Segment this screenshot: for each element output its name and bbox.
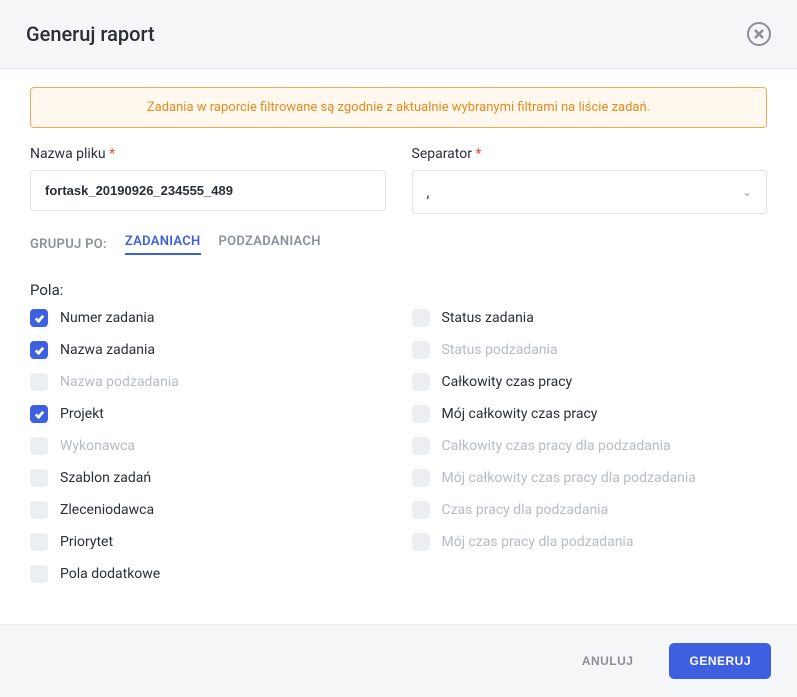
- field-row: Status podzadania: [412, 341, 768, 359]
- separator-select[interactable]: , ⌄: [412, 170, 768, 214]
- field-checkbox: [30, 437, 48, 455]
- field-checkbox: [412, 533, 430, 551]
- fields-column-right: Status zadania Status podzadania Całkowity…: [412, 309, 768, 583]
- field-checkbox[interactable]: [30, 405, 48, 423]
- check-icon: [34, 345, 45, 356]
- field-checkbox: [412, 469, 430, 487]
- filename-group: Nazwa pliku *: [30, 146, 386, 214]
- field-checkbox: [412, 437, 430, 455]
- chevron-down-icon: ⌄: [742, 185, 752, 199]
- field-row: Mój całkowity czas pracy dla podzadania: [412, 469, 768, 487]
- field-row: Całkowity czas pracy: [412, 373, 768, 391]
- generate-button[interactable]: Generuj: [669, 643, 771, 679]
- field-checkbox[interactable]: [412, 373, 430, 391]
- field-checkbox[interactable]: [412, 309, 430, 327]
- field-row: Mój czas pracy dla podzadania: [412, 533, 768, 551]
- close-icon: [754, 29, 764, 39]
- modal-footer: Anuluj Generuj: [0, 624, 797, 697]
- filter-alert: Zadania w raporcie filtrowane są zgodnie…: [30, 87, 767, 128]
- required-mark: *: [475, 146, 481, 162]
- field-label[interactable]: Zleceniodawca: [60, 502, 154, 518]
- modal-title: Generuj raport: [26, 22, 155, 46]
- field-row: Numer zadania: [30, 309, 386, 327]
- field-row: Nazwa podzadania: [30, 373, 386, 391]
- field-label[interactable]: Projekt: [60, 406, 104, 422]
- field-checkbox[interactable]: [412, 405, 430, 423]
- field-label: Całkowity czas pracy dla podzadania: [442, 438, 671, 454]
- field-label: Czas pracy dla podzadania: [442, 502, 609, 518]
- field-row: Status zadania: [412, 309, 768, 327]
- field-label[interactable]: Mój całkowity czas pracy: [442, 406, 598, 422]
- field-label: Mój czas pracy dla podzadania: [442, 534, 634, 550]
- filename-input[interactable]: [30, 170, 386, 211]
- separator-value: ,: [427, 183, 430, 201]
- form-row: Nazwa pliku * Separator * , ⌄: [30, 146, 767, 214]
- modal-header: Generuj raport: [0, 0, 797, 69]
- field-label[interactable]: Szablon zadań: [60, 470, 151, 486]
- field-label[interactable]: Całkowity czas pracy: [442, 374, 573, 390]
- field-label[interactable]: Priorytet: [60, 534, 113, 550]
- field-row: Zleceniodawca: [30, 501, 386, 519]
- field-row: Nazwa zadania: [30, 341, 386, 359]
- field-row: Całkowity czas pracy dla podzadania: [412, 437, 768, 455]
- fields-grid: Numer zadania Nazwa zadania Nazwa podzadan…: [30, 309, 767, 583]
- tab-tasks[interactable]: Zadaniach: [125, 234, 201, 255]
- required-mark: *: [109, 146, 115, 162]
- close-button[interactable]: [747, 22, 771, 46]
- field-checkbox: [412, 341, 430, 359]
- field-label[interactable]: Nazwa zadania: [60, 342, 155, 358]
- field-checkbox[interactable]: [30, 533, 48, 551]
- field-label: Status podzadania: [442, 342, 558, 358]
- separator-group: Separator * , ⌄: [412, 146, 768, 214]
- field-checkbox[interactable]: [30, 501, 48, 519]
- field-row: Mój całkowity czas pracy: [412, 405, 768, 423]
- tab-subtasks[interactable]: Podzadaniach: [219, 234, 321, 255]
- field-row: Szablon zadań: [30, 469, 386, 487]
- fields-column-left: Numer zadania Nazwa zadania Nazwa podzadan…: [30, 309, 386, 583]
- generate-report-modal: Generuj raport Zadania w raporcie filtro…: [0, 0, 797, 697]
- separator-label-text: Separator: [412, 146, 472, 162]
- group-by-row: Grupuj po: Zadaniach Podzadaniach: [30, 234, 767, 255]
- fields-label: Pola:: [30, 281, 767, 299]
- check-icon: [34, 313, 45, 324]
- field-checkbox[interactable]: [30, 565, 48, 583]
- field-row: Wykonawca: [30, 437, 386, 455]
- field-label[interactable]: Numer zadania: [60, 310, 154, 326]
- group-by-label: Grupuj po:: [30, 237, 107, 252]
- cancel-button[interactable]: Anuluj: [562, 643, 654, 679]
- field-label: Mój całkowity czas pracy dla podzadania: [442, 470, 696, 486]
- field-row: Pola dodatkowe: [30, 565, 386, 583]
- field-label[interactable]: Pola dodatkowe: [60, 566, 160, 582]
- field-label: Nazwa podzadania: [60, 374, 179, 390]
- field-row: Projekt: [30, 405, 386, 423]
- field-checkbox[interactable]: [30, 341, 48, 359]
- filename-label-text: Nazwa pliku: [30, 146, 106, 162]
- field-row: Czas pracy dla podzadania: [412, 501, 768, 519]
- separator-label: Separator *: [412, 146, 768, 162]
- field-checkbox[interactable]: [30, 309, 48, 327]
- field-checkbox: [412, 501, 430, 519]
- field-row: Priorytet: [30, 533, 386, 551]
- field-checkbox: [30, 373, 48, 391]
- field-label: Wykonawca: [60, 438, 135, 454]
- field-checkbox[interactable]: [30, 469, 48, 487]
- filename-label: Nazwa pliku *: [30, 146, 386, 162]
- modal-body: Zadania w raporcie filtrowane są zgodnie…: [0, 69, 797, 624]
- check-icon: [34, 409, 45, 420]
- field-label[interactable]: Status zadania: [442, 310, 534, 326]
